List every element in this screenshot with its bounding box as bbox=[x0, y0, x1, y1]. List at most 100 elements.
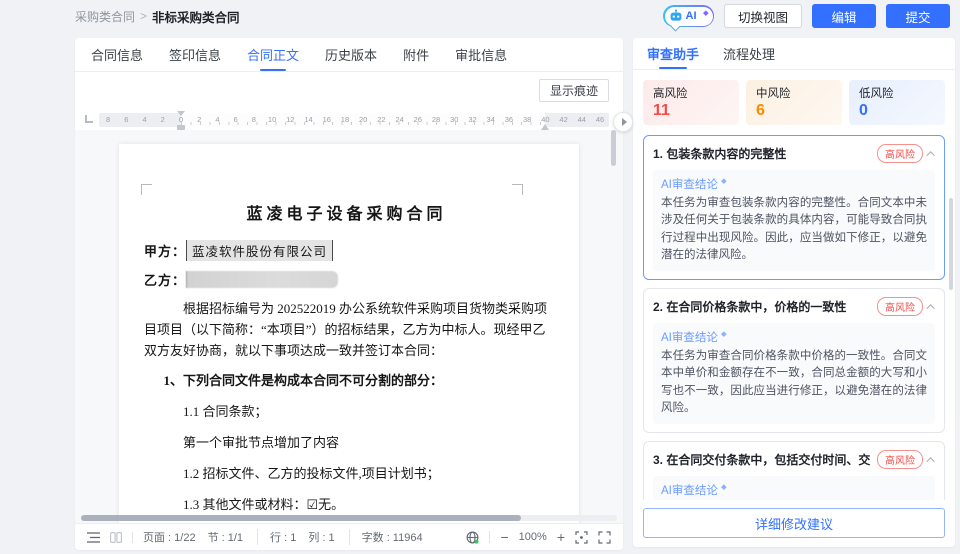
ruler-number: 8 bbox=[245, 113, 263, 127]
editor-tab[interactable]: 合同正文 bbox=[247, 38, 299, 71]
zoom-level: 100% bbox=[519, 531, 547, 543]
ruler-number: 12 bbox=[281, 113, 299, 127]
statusbar-items: 页面 : 1/22节 : 1/1行 : 1列 : 1字数 : 11964 bbox=[143, 529, 423, 545]
ai-conclusion-box: AI审查结论 本任务为审查包装条款内容的完整性。合同文本中未涉及任何关于包装条款… bbox=[653, 170, 935, 271]
detail-suggestions-button[interactable]: 详细修改建议 bbox=[643, 508, 945, 538]
risk-card[interactable]: 2. 在合同价格条款中，价格的一致性 高风险 AI审查结论 本任务为审查合同价格… bbox=[643, 288, 945, 433]
fullscreen-icon[interactable] bbox=[598, 531, 611, 544]
risk-card-header[interactable]: 3. 在合同交付条款中，包括交付时间、交... 高风险 bbox=[653, 450, 935, 469]
risk-summary-label: 高风险 bbox=[653, 85, 729, 101]
statusbar-item: 字数 : 11964 bbox=[349, 529, 423, 545]
risk-summary-label: 低风险 bbox=[859, 85, 935, 101]
robot-icon bbox=[669, 9, 683, 23]
risk-level-badge: 高风险 bbox=[877, 297, 923, 316]
panel-collapse-toggle[interactable] bbox=[613, 112, 633, 132]
contract-paragraph: 第一个审批节点增加了内容 bbox=[144, 432, 549, 453]
statusbar-item: 列 : 1 bbox=[308, 529, 334, 545]
ruler-number: 38 bbox=[518, 113, 536, 127]
editor-tab[interactable]: 历史版本 bbox=[325, 38, 377, 71]
document-viewport: 蓝凌电子设备采购合同 甲方： 蓝凌软件股份有限公司 乙方： 根据招标编号为 20… bbox=[75, 130, 623, 523]
edit-button[interactable]: 编辑 bbox=[812, 4, 876, 28]
document-page[interactable]: 蓝凌电子设备采购合同 甲方： 蓝凌软件股份有限公司 乙方： 根据招标编号为 20… bbox=[119, 144, 579, 523]
outline-icon[interactable] bbox=[87, 532, 100, 543]
statusbar-item: 节 : 1/1 bbox=[208, 529, 243, 545]
divider bbox=[489, 531, 490, 543]
editor-tab[interactable]: 签印信息 bbox=[169, 38, 221, 71]
ruler-number: 26 bbox=[409, 113, 427, 127]
contract-paragraph: 根据招标编号为 202522019 办公系统软件采购项目货物类采购项目项目（以下… bbox=[144, 298, 549, 361]
risk-card[interactable]: 1. 包装条款内容的完整性 高风险 AI审查结论 本任务为审查包装条款内容的完整… bbox=[643, 135, 945, 280]
fit-page-icon[interactable] bbox=[575, 531, 588, 544]
ruler-number: 20 bbox=[354, 113, 372, 127]
risk-level-badge: 高风险 bbox=[877, 144, 923, 163]
breadcrumb-current: 非标采购类合同 bbox=[152, 7, 240, 26]
zoom-in-button[interactable]: + bbox=[557, 530, 565, 544]
ai-conclusion-box: AI审查结论 本任务为审查合同交付条款中是否明确包括交付时间、交付地点、交付内容… bbox=[653, 476, 935, 500]
risk-card-title: 2. 在合同价格条款中，价格的一致性 bbox=[653, 298, 871, 315]
breadcrumb-parent[interactable]: 采购类合同 bbox=[75, 8, 135, 25]
ruler-corner-icon[interactable] bbox=[85, 115, 93, 123]
risk-summary-card[interactable]: 低风险 0 bbox=[849, 80, 945, 125]
editor-tab[interactable]: 附件 bbox=[403, 38, 429, 71]
ai-conclusion-label: AI审查结论 bbox=[661, 176, 927, 192]
risk-summary-count: 6 bbox=[756, 102, 832, 120]
page-grid-icon[interactable] bbox=[110, 532, 122, 543]
ruler-number: 4 bbox=[208, 113, 226, 127]
ai-assistant-badge[interactable]: AI bbox=[663, 5, 714, 27]
submit-button[interactable]: 提交 bbox=[886, 4, 950, 28]
chevron-up-icon[interactable] bbox=[926, 457, 934, 465]
ruler-number: 10 bbox=[263, 113, 281, 127]
review-tabs: 审查助手流程处理 bbox=[633, 38, 955, 70]
party-b-row: 乙方： bbox=[144, 270, 549, 289]
ruler-number: 2 bbox=[154, 113, 172, 127]
topbar-actions: AI 切换视图 编辑 提交 bbox=[663, 4, 950, 28]
breadcrumb-separator: > bbox=[140, 9, 147, 23]
ruler-number: 34 bbox=[482, 113, 500, 127]
horizontal-scrollbar-track[interactable] bbox=[81, 515, 617, 521]
risk-card-header[interactable]: 1. 包装条款内容的完整性 高风险 bbox=[653, 144, 935, 163]
editor-tab[interactable]: 审批信息 bbox=[455, 38, 507, 71]
vertical-scrollbar-thumb[interactable] bbox=[611, 130, 616, 166]
zoom-out-button[interactable]: − bbox=[500, 530, 508, 544]
ruler-number: 42 bbox=[554, 113, 572, 127]
sparkle-icon bbox=[721, 331, 727, 337]
chevron-right-icon bbox=[622, 118, 627, 126]
review-tab[interactable]: 审查助手 bbox=[647, 38, 699, 69]
editor-toolbar: 显示痕迹 bbox=[75, 72, 623, 108]
statusbar-left-icons bbox=[87, 532, 133, 543]
ruler-number: 24 bbox=[391, 113, 409, 127]
party-b-field-redacted[interactable] bbox=[186, 271, 338, 288]
review-assistant-panel: 审查助手流程处理 高风险 11 中风险 6 低风险 0 1. 包装条款内容的完整… bbox=[633, 38, 955, 547]
chevron-up-icon[interactable] bbox=[926, 304, 934, 312]
statusbar-item: 行 : 1 bbox=[257, 529, 296, 545]
risk-summary-card[interactable]: 中风险 6 bbox=[746, 80, 842, 125]
contract-title: 蓝凌电子设备采购合同 bbox=[144, 200, 549, 224]
risk-summary-label: 中风险 bbox=[756, 85, 832, 101]
ruler-numbers: 8642024681012141618202224262830323436384… bbox=[99, 113, 609, 127]
ruler-number: 6 bbox=[227, 113, 245, 127]
risk-card[interactable]: 3. 在合同交付条款中，包括交付时间、交... 高风险 AI审查结论 本任务为审… bbox=[643, 441, 945, 500]
ai-conclusion-label: AI审查结论 bbox=[661, 329, 927, 345]
risk-card-header[interactable]: 2. 在合同价格条款中，价格的一致性 高风险 bbox=[653, 297, 935, 316]
breadcrumb: 采购类合同 > 非标采购类合同 bbox=[75, 7, 240, 26]
switch-view-button[interactable]: 切换视图 bbox=[724, 4, 802, 28]
risk-summary-count: 11 bbox=[653, 102, 729, 120]
horizontal-scrollbar-thumb[interactable] bbox=[81, 515, 521, 521]
first-line-indent-marker[interactable] bbox=[177, 111, 185, 116]
sparkle-icon bbox=[721, 178, 727, 184]
review-tab[interactable]: 流程处理 bbox=[723, 38, 775, 69]
party-b-label: 乙方： bbox=[144, 270, 186, 289]
show-traces-button[interactable]: 显示痕迹 bbox=[539, 79, 609, 102]
risk-summary-card[interactable]: 高风险 11 bbox=[643, 80, 739, 125]
topbar: 采购类合同 > 非标采购类合同 AI 切换视图 编辑 提 bbox=[0, 0, 960, 32]
party-a-row: 甲方： 蓝凌软件股份有限公司 bbox=[144, 240, 549, 261]
language-globe-icon[interactable] bbox=[466, 531, 479, 544]
review-scrollbar-thumb[interactable] bbox=[949, 198, 953, 290]
ai-badge-label: AI bbox=[686, 10, 697, 22]
contract-paragraph: 1.3 其他文件或材料：☑无。 bbox=[144, 494, 549, 515]
contract-editor-panel: 合同信息签印信息合同正文历史版本附件审批信息 显示痕迹 864202468101… bbox=[75, 38, 623, 550]
chevron-up-icon[interactable] bbox=[926, 151, 934, 159]
contract-body: 根据招标编号为 202522019 办公系统软件采购项目货物类采购项目项目（以下… bbox=[144, 298, 549, 523]
editor-tab[interactable]: 合同信息 bbox=[91, 38, 143, 71]
party-a-field[interactable]: 蓝凌软件股份有限公司 bbox=[186, 240, 333, 261]
